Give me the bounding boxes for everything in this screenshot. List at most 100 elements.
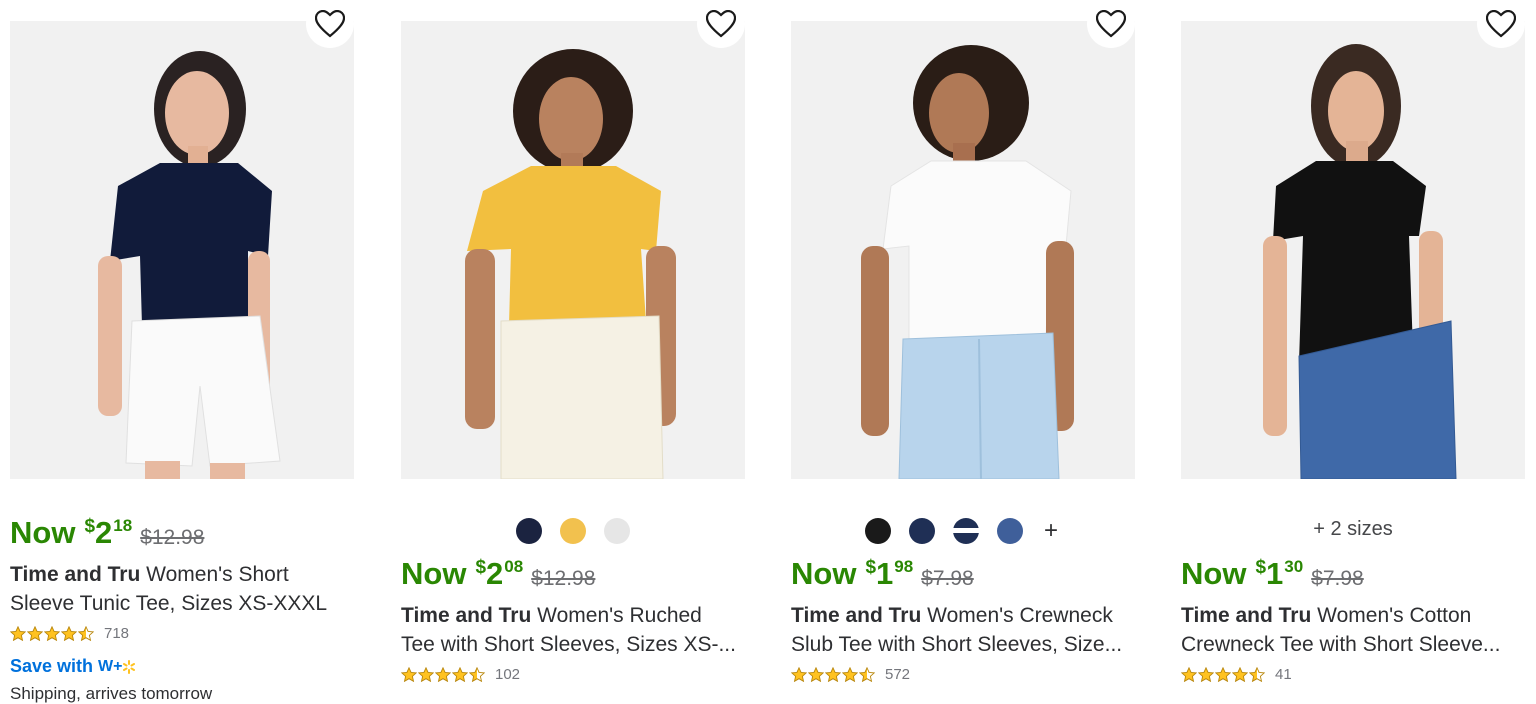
product-title-link[interactable]: Time and Tru Women's Short Sleeve Tunic … [10,560,354,618]
title-line2: Sleeve Tunic Tee, Sizes XS-XXXL [10,592,328,615]
price: Now $ 2 08 $12.98 [401,557,595,591]
swatch-navy[interactable] [516,518,542,544]
currency-symbol: $ [1255,557,1267,578]
product-image[interactable] [791,21,1135,479]
brand-name: Time and Tru [791,604,922,627]
review-count: 572 [885,666,911,683]
walmart-plus-badge: W+ [98,657,123,675]
price: Now $ 1 98 $7.98 [791,557,974,591]
star-icon [10,626,26,641]
currency-symbol: $ [84,516,96,537]
swatch-stripe[interactable] [953,518,979,544]
review-count: 718 [104,625,130,642]
rating: 718 [10,625,129,642]
star-rating [10,626,94,641]
star-icon [44,626,60,641]
star-rating [1181,667,1265,682]
price-cents: 98 [894,557,914,576]
star-icon [808,667,824,682]
rating: 41 [1181,666,1292,683]
brand-name: Time and Tru [10,563,141,586]
color-swatches [401,516,745,546]
star-icon [791,667,807,682]
product-image[interactable] [401,21,745,479]
product-card[interactable]: Now $ 2 18 $12.98 Time and Tru Women's S… [10,0,354,703]
star-icon [1181,667,1197,682]
star-icon [1198,667,1214,682]
star-icon [435,667,451,682]
product-title-link[interactable]: Time and Tru Women's Crewneck Slub Tee w… [791,601,1135,659]
star-icon [452,667,468,682]
favorite-button[interactable] [697,0,745,48]
price-prefix: Now [401,556,467,591]
save-label: Save with [10,656,94,676]
swatch-yellow[interactable] [560,518,586,544]
star-icon [418,667,434,682]
shipping-note: Shipping, arrives tomorrow [10,684,213,703]
product-title-link[interactable]: Time and Tru Women's Ruched Tee with Sho… [401,601,745,659]
title-line2: Slub Tee with Short Sleeves, Size... [791,633,1123,656]
heart-outline-icon [1486,10,1516,38]
favorite-button[interactable] [306,0,354,48]
rating: 572 [791,666,910,683]
price-dollars: 1 [876,556,894,591]
was-price: $12.98 [140,526,205,549]
title-line1: Women's Cotton [1317,604,1472,627]
star-icon [61,626,77,641]
favorite-button[interactable] [1087,0,1135,48]
title-line2: Crewneck Tee with Short Sleeve... [1181,633,1501,656]
was-price: $7.98 [1311,567,1364,590]
star-rating [401,667,485,682]
more-sizes-link[interactable]: + 2 sizes [1181,518,1525,541]
review-count: 102 [495,666,521,683]
star-icon [78,626,94,641]
price-prefix: Now [791,556,857,591]
star-icon [1215,667,1231,682]
price-dollars: 2 [486,556,504,591]
more-swatches-plus-icon[interactable]: + [1041,518,1061,544]
title-line1: Women's Crewneck [927,604,1113,627]
favorite-button[interactable] [1477,0,1525,48]
title-line1: Women's Ruched [537,604,702,627]
heart-outline-icon [706,10,736,38]
color-swatches: + [791,516,1135,546]
spark-icon [123,659,136,674]
star-icon [842,667,858,682]
star-icon [1232,667,1248,682]
product-title-link[interactable]: Time and Tru Women's Cotton Crewneck Tee… [1181,601,1525,659]
brand-name: Time and Tru [401,604,532,627]
star-icon [859,667,875,682]
product-card[interactable]: Now $ 2 08 $12.98 Time and Tru Women's R… [401,0,745,695]
price-cents: 08 [504,557,524,576]
product-card[interactable]: + 2 sizes Now $ 1 30 $7.98 Time and Tru … [1181,0,1525,695]
product-image[interactable] [1181,21,1525,479]
currency-symbol: $ [475,557,487,578]
heart-outline-icon [315,10,345,38]
save-with-walmart-plus[interactable]: Save with W+ [10,656,136,677]
rating: 102 [401,666,520,683]
title-line1: Women's Short [146,563,289,586]
was-price: $12.98 [531,567,596,590]
price: Now $ 2 18 $12.98 [10,516,204,550]
price-cents: 30 [1284,557,1304,576]
swatch-black[interactable] [865,518,891,544]
price-prefix: Now [10,515,76,550]
review-count: 41 [1275,666,1292,683]
swatch-navy[interactable] [909,518,935,544]
star-icon [1249,667,1265,682]
star-icon [469,667,485,682]
price: Now $ 1 30 $7.98 [1181,557,1364,591]
heart-outline-icon [1096,10,1126,38]
product-card[interactable]: + Now $ 1 98 $7.98 Time and Tru Women's … [791,0,1135,695]
product-image[interactable] [10,21,354,479]
title-line2: Tee with Short Sleeves, Sizes XS-... [401,633,736,656]
product-grid: Now $ 2 18 $12.98 Time and Tru Women's S… [0,0,1536,703]
star-rating [791,667,875,682]
swatch-blue[interactable] [997,518,1023,544]
star-icon [27,626,43,641]
price-prefix: Now [1181,556,1247,591]
star-icon [401,667,417,682]
price-dollars: 1 [1266,556,1284,591]
brand-name: Time and Tru [1181,604,1312,627]
swatch-white[interactable] [604,518,630,544]
